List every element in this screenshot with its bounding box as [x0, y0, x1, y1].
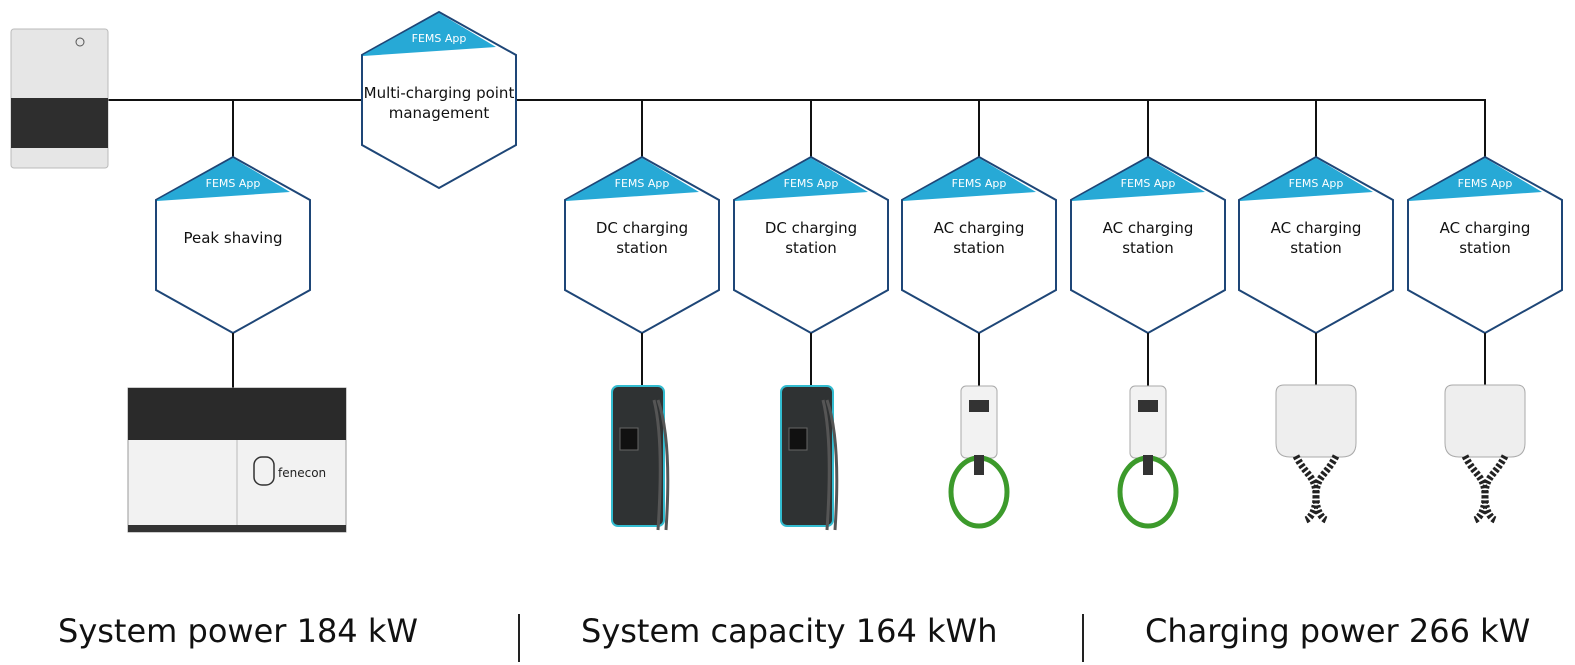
node-dc-charger: FEMS App DC charging station [564, 155, 720, 335]
dc-charger-device [780, 385, 839, 531]
box-panel [11, 98, 108, 148]
node-ac-dual-wallbox: FEMS App AC charging station [1238, 155, 1394, 335]
battery-base [128, 525, 346, 532]
footer-system-capacity: System capacity 164 kWh [581, 612, 998, 650]
coiled-cable [1461, 454, 1489, 524]
dual-wallbox-body [1275, 384, 1357, 458]
node-battery-storage: FEMS App Peak shaving [155, 155, 311, 335]
coiled-cable [1292, 454, 1320, 524]
coiled-cable [1312, 454, 1340, 524]
battery-vent [128, 388, 346, 440]
node-dc-charger: FEMS App DC charging station [733, 155, 889, 335]
app-label: FEMS App [412, 32, 467, 45]
app-label: FEMS App [206, 177, 261, 190]
node-label: AC charging [1103, 219, 1194, 237]
node-label: station [1290, 239, 1342, 257]
app-label: FEMS App [1289, 177, 1344, 190]
node-ac-dual-wallbox: FEMS App AC charging station [1407, 155, 1563, 335]
node-label: station [1122, 239, 1174, 257]
node-label: AC charging [934, 219, 1025, 237]
node-label: AC charging [1440, 219, 1531, 237]
footer-divider [518, 614, 520, 662]
ac-wallbox-device [1117, 385, 1179, 529]
system-diagram: FEMS AppMulti-charging pointmanagementFE… [10, 10, 1563, 533]
battery-storage-device: fenecon [127, 387, 347, 533]
app-label: FEMS App [1121, 177, 1176, 190]
app-label: FEMS App [952, 177, 1007, 190]
wallbox-display [969, 400, 989, 412]
footer-system-power: System power 184 kW [58, 612, 418, 650]
dc-charger-device [611, 385, 670, 531]
ac-dual-wallbox-device [1444, 384, 1526, 524]
charger-screen [788, 427, 808, 451]
wallbox-body [960, 385, 998, 459]
footer-charging-power: Charging power 266 kW [1145, 612, 1531, 650]
node-label: DC charging [596, 219, 688, 237]
node-label: station [953, 239, 1005, 257]
plug-holder [974, 455, 984, 475]
wallbox-display [1138, 400, 1158, 412]
charger-screen [619, 427, 639, 451]
node-label: station [1459, 239, 1511, 257]
plug-holder [1143, 455, 1153, 475]
app-label: FEMS App [615, 177, 670, 190]
node-ac-wallbox: FEMS App AC charging station [901, 155, 1057, 335]
node-label: AC charging [1271, 219, 1362, 237]
node-label: station [785, 239, 837, 257]
dual-wallbox-body [1444, 384, 1526, 458]
coiled-cable [1481, 454, 1509, 524]
footer-divider [1082, 614, 1084, 662]
hub-multi-charging-management: FEMS App Multi-charging point management [361, 10, 517, 190]
app-label: FEMS App [784, 177, 839, 190]
ac-dual-wallbox-device [1275, 384, 1357, 524]
node-label: Peak shaving [184, 229, 283, 247]
energy-management-box [10, 28, 109, 169]
wallbox-body [1129, 385, 1167, 459]
ac-wallbox-device [948, 385, 1010, 529]
node-label: station [616, 239, 668, 257]
node-label: Multi-charging point [364, 84, 515, 102]
node-ac-wallbox: FEMS App AC charging station [1070, 155, 1226, 335]
app-label: FEMS App [1458, 177, 1513, 190]
node-label: management [389, 104, 490, 122]
brand-logo: fenecon [278, 466, 326, 480]
node-label: DC charging [765, 219, 857, 237]
